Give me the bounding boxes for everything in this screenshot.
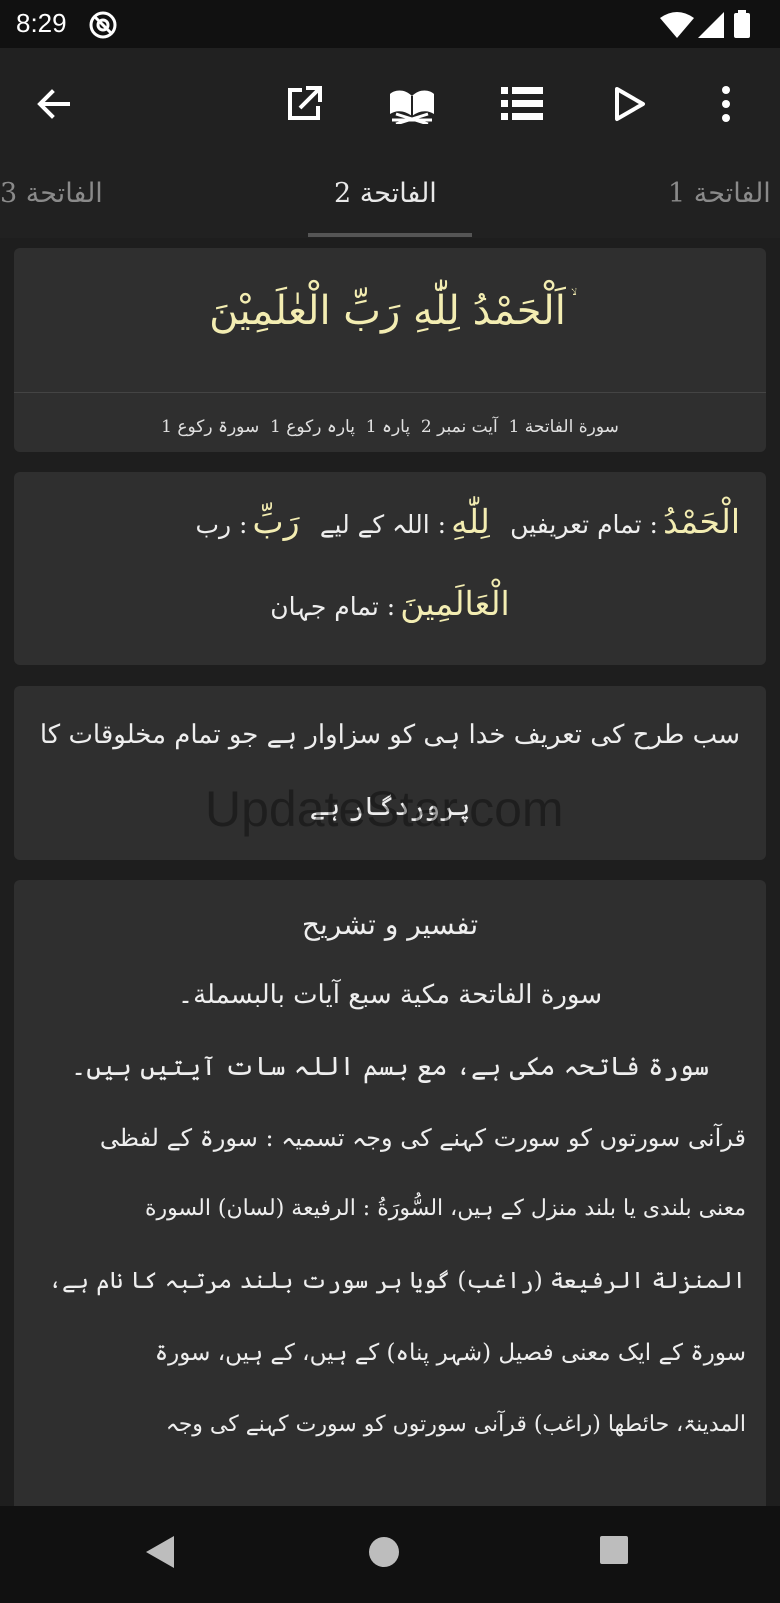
wbw-line-2: الْعَالَمِينَ : تمام جہان — [14, 584, 766, 623]
nav-home-button[interactable] — [366, 1534, 402, 1574]
quran-button[interactable] — [386, 78, 438, 130]
wbw-meaning-rabbi: : رب — [195, 510, 248, 539]
word-by-word-card: الْحَمْدُ : تمام تعریفیں لِلّٰهِ : اللہ … — [14, 472, 766, 665]
translation-line-1: سب طرح کی تعریف خدا ہی کو سزاوار ہے جو ت… — [39, 720, 740, 750]
tab-al-fatiha-1[interactable]: الفاتحة 1 — [668, 178, 771, 209]
tafseer-line-5: المنزلة الرفيعة (راغب) گویا ہر سورت بلند… — [48, 1268, 746, 1294]
status-time: 8:29 — [16, 8, 67, 38]
ayah-meta: سورة الفاتحة 1 آیت نمبر 2 پارہ 1 پارہ رک… — [161, 417, 619, 437]
list-button[interactable] — [496, 78, 548, 130]
ayah-tabs: الفاتحة 3 الفاتحة 2 الفاتحة 1 — [0, 158, 780, 238]
wbw-meaning-alhamdu: : تمام تعریفیں — [510, 510, 658, 539]
nav-back-button[interactable] — [144, 1534, 176, 1574]
tab-indicator — [308, 233, 472, 237]
battery-icon — [734, 10, 750, 42]
ayah-card: اَلْحَمْدُ لِلّٰهِ رَبِّ الْعٰلَمِيْنَ ۙ… — [14, 248, 766, 452]
wbw-word-lillah: لِلّٰهِ — [451, 502, 490, 541]
share-button[interactable] — [278, 78, 330, 130]
ayah-content[interactable]: اَلْحَمْدُ لِلّٰهِ رَبِّ الْعٰلَمِيْنَ ۙ… — [0, 238, 780, 1506]
sync-icon — [88, 10, 118, 44]
play-button[interactable] — [604, 78, 656, 130]
wbw-word-alameen: الْعَالَمِينَ — [400, 584, 510, 623]
signal-icon — [698, 12, 724, 42]
back-arrow-icon — [37, 89, 70, 119]
translation-line-2: پروردگار ہے — [309, 792, 471, 822]
share-external-icon — [288, 86, 322, 120]
ayah-arabic-text: اَلْحَمْدُ لِلّٰهِ رَبِّ الْعٰلَمِيْنَ — [209, 288, 566, 334]
tab-al-fatiha-2[interactable]: الفاتحة 2 — [334, 178, 437, 209]
toolbar — [0, 48, 780, 158]
list-icon — [501, 87, 543, 120]
tafseer-heading: تفسیر و تشریح — [301, 908, 479, 941]
play-icon — [615, 87, 645, 121]
system-nav-bar — [0, 1506, 780, 1603]
tafseer-line-4: معنی بلندی یا بلند منزل کے ہیں، السُّورَ… — [144, 1196, 746, 1221]
more-options-button[interactable] — [708, 78, 744, 130]
ayah-arabic: اَلْحَمْدُ لِلّٰهِ رَبِّ الْعٰلَمِيْنَ ۙ — [14, 288, 766, 334]
status-bar: 8:29 — [0, 0, 780, 48]
open-book-icon — [390, 90, 434, 124]
tab-al-fatiha-3[interactable]: الفاتحة 3 — [0, 178, 103, 209]
tafseer-line-6: سورۃ کے ایک معنی فصیل (شہر پناہ) کے ہیں،… — [154, 1340, 746, 1366]
wbw-meaning-alameen: : تمام جہان — [270, 592, 396, 621]
nav-recents-button[interactable] — [598, 1534, 630, 1570]
wbw-line-1: الْحَمْدُ : تمام تعریفیں لِلّٰهِ : اللہ … — [14, 502, 766, 541]
wbw-word-rabbi: رَبِّ — [252, 502, 300, 541]
more-vert-icon — [722, 86, 730, 122]
tafseer-card: تفسیر و تشریح سورة الفاتحة مكية سبع آيات… — [14, 880, 766, 1506]
wifi-icon — [660, 12, 694, 42]
ayah-divider — [14, 392, 766, 393]
wbw-word-alhamdu: الْحَمْدُ — [663, 502, 740, 541]
tafseer-line-2: سورۃ فاتحہ مکی ہے، مع بسم اللہ سات آیتیں… — [70, 1052, 710, 1082]
tafseer-line-1: سورة الفاتحة مكية سبع آيات بالبسملة۔ — [177, 980, 603, 1010]
wbw-meaning-lillah: : اللہ کے لیے — [319, 510, 447, 539]
nav-back-icon — [146, 1536, 174, 1568]
back-button[interactable] — [28, 78, 80, 130]
tafseer-line-7: المدینۃ، حائطھا (راغب) قرآنی سورتوں کو س… — [165, 1412, 746, 1437]
translation-card: سب طرح کی تعریف خدا ہی کو سزاوار ہے جو ت… — [14, 686, 766, 860]
tafseer-line-3: قرآنی سورتوں کو سورت کہنے کی وجہ تسمیہ :… — [99, 1124, 746, 1152]
nav-recents-icon — [600, 1536, 628, 1564]
nav-home-icon — [369, 1537, 399, 1567]
